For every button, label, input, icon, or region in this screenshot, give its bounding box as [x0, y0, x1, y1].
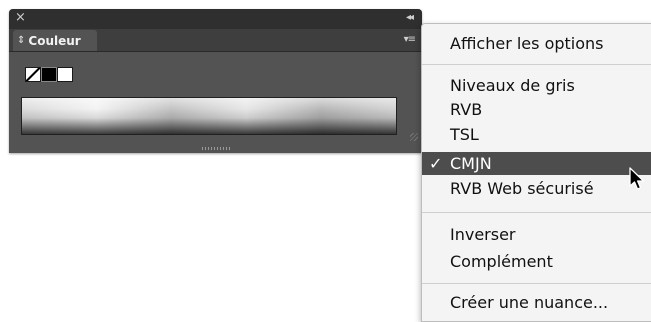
- menu-item-label: RVB Web sécurisé: [450, 179, 594, 198]
- panel-tab-bar: ⇕ Couleur ▾≡: [9, 29, 422, 52]
- menu-item-grayscale[interactable]: Niveaux de gris: [422, 74, 651, 97]
- fill-stroke-swatches: [25, 67, 73, 82]
- menu-item-web-safe-rgb[interactable]: RVB Web sécurisé: [422, 177, 651, 200]
- menu-item-invert[interactable]: Inverser: [422, 223, 651, 246]
- menu-item-complement[interactable]: Complément: [422, 250, 651, 273]
- menu-item-label: Inverser: [450, 225, 516, 244]
- resize-grip-icon[interactable]: [410, 133, 418, 141]
- menu-item-label: TSL: [450, 125, 479, 144]
- menu-item-label: Afficher les options: [450, 34, 604, 53]
- sort-arrows-icon: ⇕: [17, 34, 26, 46]
- menu-item-hsb[interactable]: TSL: [422, 123, 651, 146]
- close-icon[interactable]: ×: [15, 11, 26, 25]
- menu-separator: [422, 283, 651, 284]
- menu-item-show-options[interactable]: Afficher les options: [422, 32, 651, 55]
- menu-separator: [422, 212, 651, 213]
- color-panel: × ◂◂ ⇕ Couleur ▾≡: [9, 9, 422, 153]
- menu-item-rgb[interactable]: RVB: [422, 98, 651, 121]
- menu-item-label: Niveaux de gris: [450, 76, 575, 95]
- tab-label: Couleur: [28, 33, 81, 48]
- menu-item-cmyk[interactable]: ✓ CMJN: [422, 152, 651, 175]
- tab-couleur[interactable]: ⇕ Couleur: [13, 30, 97, 51]
- cursor-icon: [629, 167, 645, 190]
- menu-item-label: Complément: [450, 252, 553, 271]
- menu-item-label: Créer une nuance...: [450, 293, 609, 312]
- black-swatch[interactable]: [41, 67, 57, 82]
- double-chevron-icon[interactable]: ◂◂: [406, 12, 414, 24]
- menu-separator: [422, 64, 651, 65]
- panel-resize-handle[interactable]: [202, 147, 230, 150]
- check-icon: ✓: [429, 154, 443, 173]
- menu-item-create-swatch[interactable]: Créer une nuance...: [422, 291, 651, 314]
- panel-flyout-menu: Afficher les options Niveaux de gris RVB…: [421, 23, 651, 322]
- color-ramp[interactable]: [21, 97, 397, 135]
- menu-item-label: CMJN: [450, 154, 492, 173]
- menu-item-label: RVB: [450, 100, 483, 119]
- white-swatch[interactable]: [57, 67, 73, 82]
- panel-title-bar: × ◂◂: [9, 9, 422, 29]
- panel-menu-icon[interactable]: ▾≡: [404, 35, 416, 45]
- none-swatch-icon[interactable]: [25, 67, 41, 82]
